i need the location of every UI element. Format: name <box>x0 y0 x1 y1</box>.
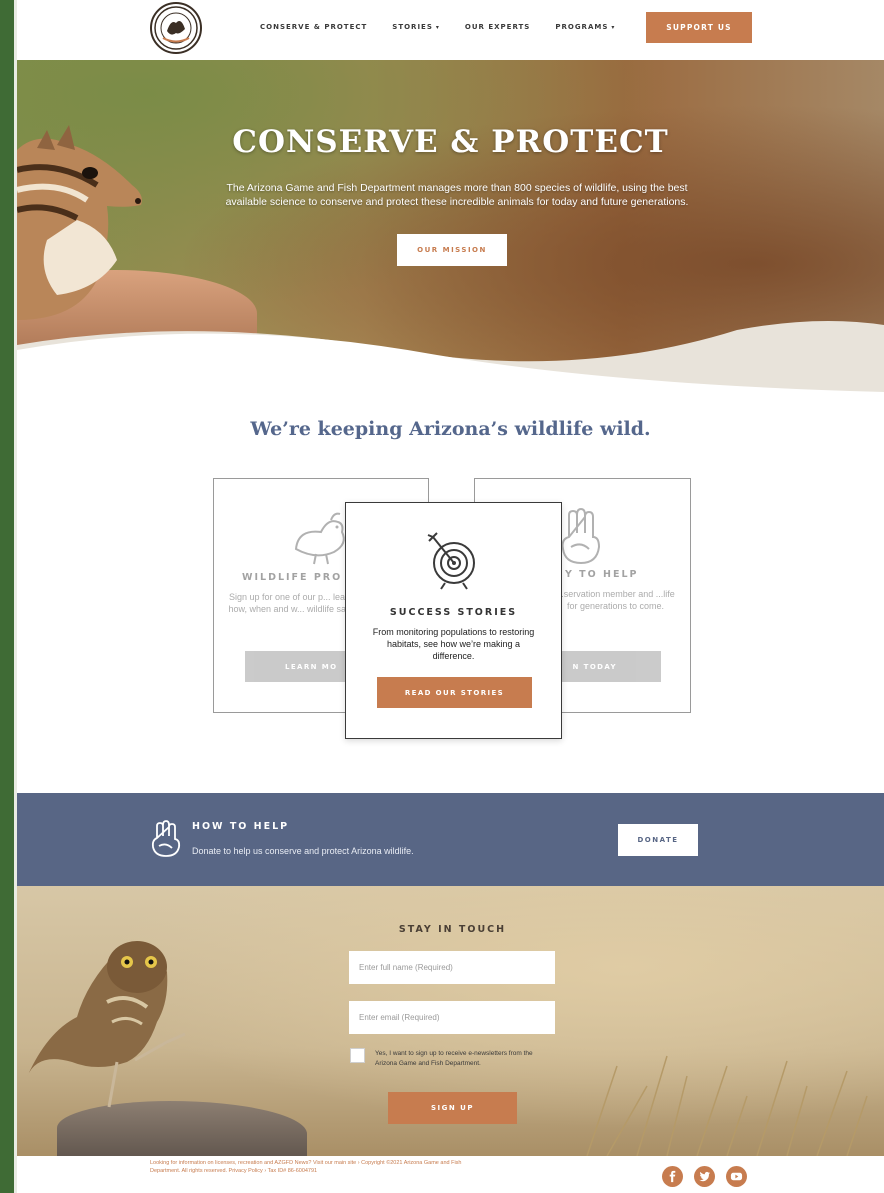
card-title: SUCCESS STORIES <box>389 607 518 618</box>
twitter-link[interactable] <box>694 1166 715 1187</box>
footer-text: Looking for information on licenses, rec… <box>150 1160 462 1174</box>
logo-emblem-icon <box>154 6 198 50</box>
stay-in-touch-section: STAY IN TOUCH Yes, I want to sign up to … <box>17 886 884 1156</box>
page-left-border <box>0 0 17 1193</box>
signup-title: STAY IN TOUCH <box>398 924 507 935</box>
support-us-button[interactable]: SUPPORT US <box>646 12 752 43</box>
youtube-link[interactable] <box>726 1166 747 1187</box>
hand-raised-icon <box>561 507 601 565</box>
newsletter-consent-label: Yes, I want to sign up to receive e-news… <box>375 1050 533 1067</box>
email-input[interactable] <box>349 1001 555 1034</box>
caret-down-icon: ▾ <box>611 23 616 31</box>
card-success-stories: SUCCESS STORIES From monitoring populati… <box>345 502 562 739</box>
site-header: CONSERVE & PROTECT STORIES ▾ OUR EXPERTS… <box>17 0 884 60</box>
nav-label: STORIES <box>392 23 433 31</box>
nav-label: CONSERVE & PROTECT <box>260 23 368 31</box>
nav-conserve-protect[interactable]: CONSERVE & PROTECT <box>260 20 367 34</box>
nav-our-experts[interactable]: OUR EXPERTS <box>465 20 530 34</box>
main-nav: CONSERVE & PROTECT STORIES ▾ OUR EXPERTS… <box>260 20 640 34</box>
target-icon <box>427 532 475 590</box>
sign-up-button[interactable]: SIGN UP <box>388 1092 517 1124</box>
twitter-icon <box>698 1171 711 1182</box>
read-our-stories-button[interactable]: READ OUR STORIES <box>377 677 532 708</box>
nav-label: OUR EXPERTS <box>464 23 531 31</box>
nav-stories[interactable]: STORIES ▾ <box>392 20 440 34</box>
section-title: We’re keeping Arizona’s wildlife wild. <box>250 418 651 440</box>
site-logo[interactable] <box>150 2 202 54</box>
hand-raised-icon <box>151 820 181 857</box>
youtube-icon <box>730 1172 743 1181</box>
full-name-input[interactable] <box>349 951 555 984</box>
donate-button[interactable]: DONATE <box>618 824 698 856</box>
card-text: Sign up for one of our p... learn how, w… <box>228 592 354 614</box>
hero-banner: CONSERVE & PROTECT The Arizona Game and … <box>17 60 884 400</box>
facebook-icon <box>669 1170 676 1183</box>
help-title: HOW TO HELP <box>192 821 290 832</box>
facebook-link[interactable] <box>662 1166 683 1187</box>
card-text: From monitoring populations to restoring… <box>372 627 535 661</box>
our-mission-button[interactable]: OUR MISSION <box>397 234 507 266</box>
nav-programs[interactable]: PROGRAMS ▾ <box>555 20 615 34</box>
card-text: ...servation member and ...life for gene… <box>556 589 675 611</box>
hero-wave-divider <box>17 321 884 400</box>
site-footer: Looking for information on licenses, rec… <box>17 1156 884 1193</box>
page: CONSERVE & PROTECT STORIES ▾ OUR EXPERTS… <box>17 0 884 1193</box>
newsletter-checkbox[interactable] <box>350 1048 365 1063</box>
help-text: Donate to help us conserve and protect A… <box>192 846 414 856</box>
nav-label: PROGRAMS <box>555 23 609 31</box>
grass-image <box>586 1055 868 1156</box>
how-to-help-band: HOW TO HELP Donate to help us conserve a… <box>17 793 884 886</box>
hero-description: The Arizona Game and Fish Department man… <box>225 182 689 208</box>
caret-down-icon: ▾ <box>435 23 440 31</box>
burrowing-owl-image <box>27 941 186 1108</box>
hero-title: CONSERVE & PROTECT <box>232 124 669 160</box>
